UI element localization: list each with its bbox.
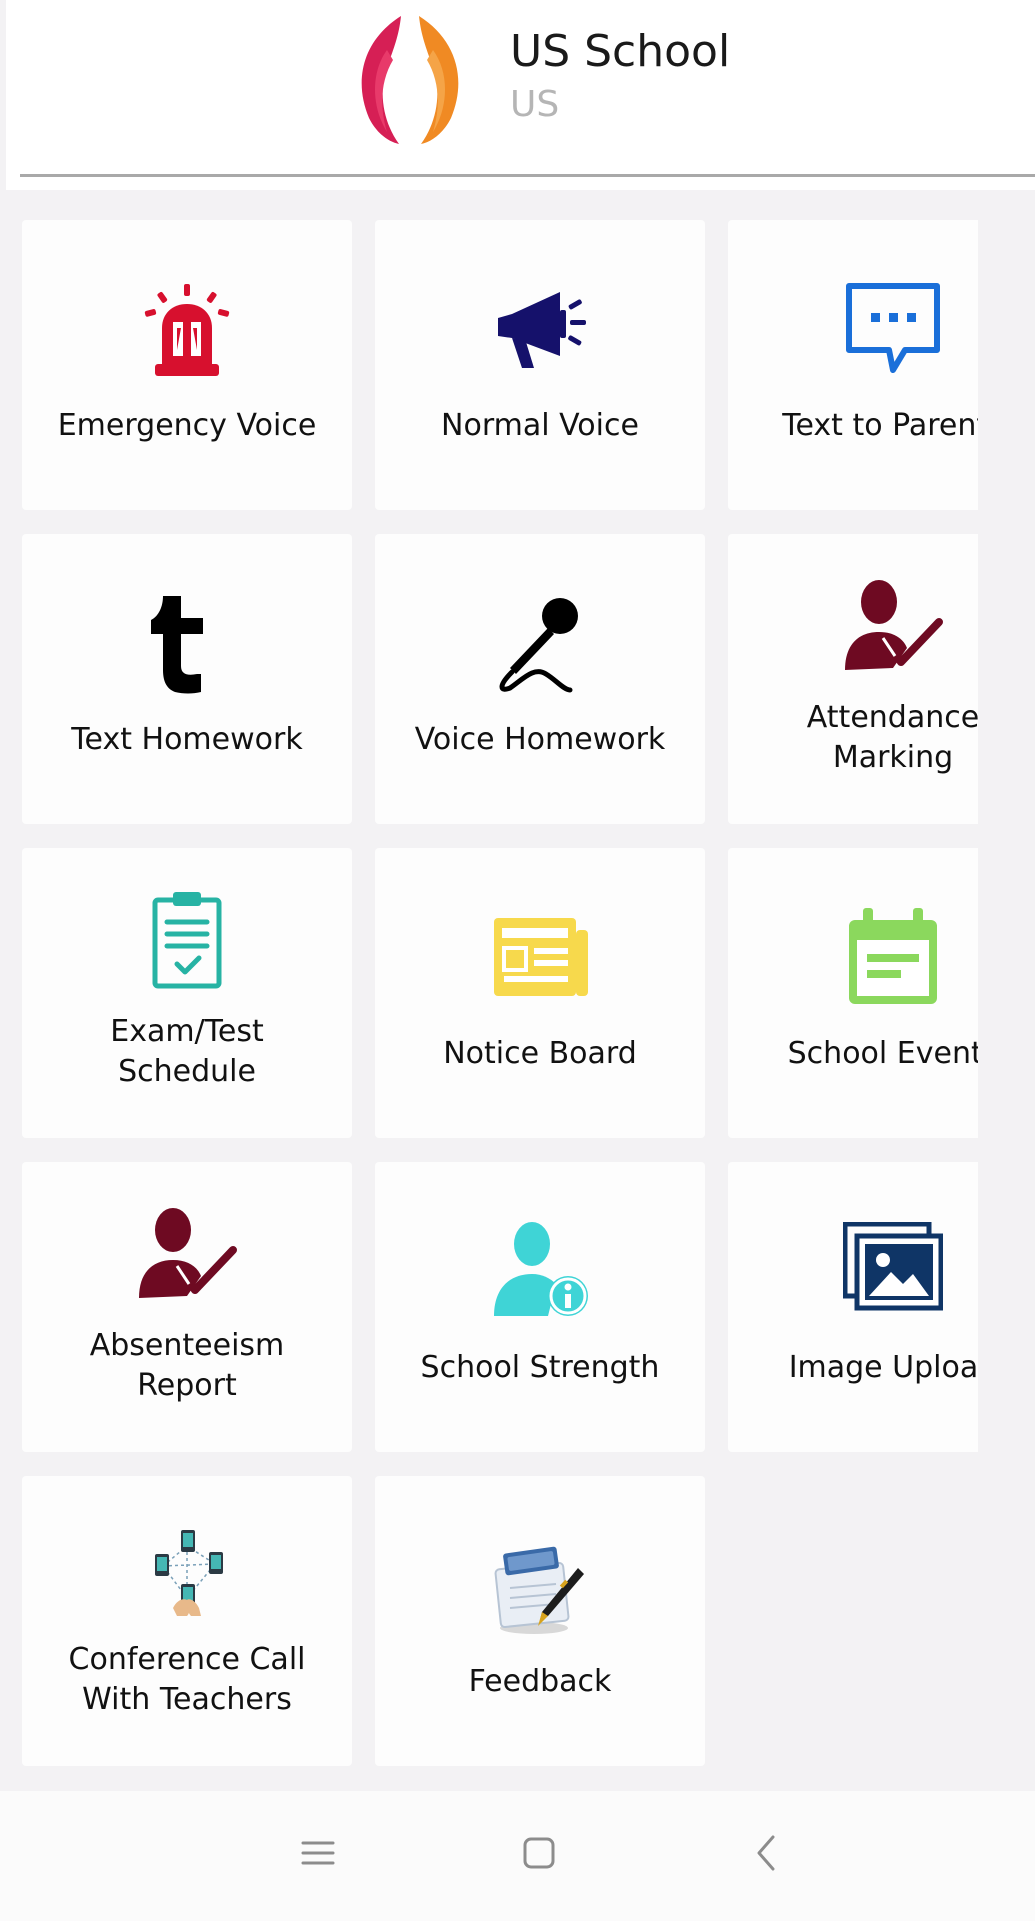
- school-name: US School: [510, 26, 731, 77]
- tile-label-line2: With Teachers: [82, 1682, 292, 1717]
- tile-label: Text Homework: [71, 722, 303, 757]
- tile-image-upload[interactable]: Image Upload: [728, 1162, 978, 1452]
- tile-conference-call[interactable]: Conference Call With Teachers: [22, 1476, 352, 1766]
- tile-voice-homework[interactable]: Voice Homework: [375, 534, 705, 824]
- tile-label: School Events: [787, 1036, 978, 1071]
- tile-label: School Strength: [420, 1350, 660, 1385]
- tile-label-line1: Exam/Test: [110, 1014, 264, 1049]
- chat-bubble-icon: [846, 283, 940, 373]
- back-chevron-icon[interactable]: [737, 1823, 797, 1883]
- tile-label-line1: Attendance: [806, 700, 978, 735]
- siren-icon: [144, 284, 230, 376]
- menu-icon[interactable]: [288, 1823, 348, 1883]
- tile-school-strength[interactable]: School Strength: [375, 1162, 705, 1452]
- tile-label-line2: Report: [137, 1368, 237, 1403]
- header-divider: [20, 174, 1035, 177]
- tile-absenteeism-report[interactable]: Absenteeism Report: [22, 1162, 352, 1452]
- school-logo-icon: [361, 16, 459, 144]
- tile-school-events[interactable]: School Events: [728, 848, 978, 1138]
- system-navigation-bar: [0, 1791, 1035, 1921]
- feedback-pen-icon: [494, 1546, 584, 1634]
- tile-label: Image Upload: [788, 1350, 978, 1385]
- tile-label: Text to Parents: [782, 408, 978, 443]
- clipboard-check-icon: [152, 892, 222, 989]
- tile-text-to-parents[interactable]: Text to Parents: [728, 220, 978, 510]
- app-header: US School US: [6, 0, 1035, 190]
- phones-network-icon: [155, 1530, 223, 1616]
- user-check-icon: [845, 580, 943, 670]
- user-info-icon: [494, 1222, 588, 1316]
- tile-label: Emergency Voice: [57, 408, 317, 443]
- tile-attendance-marking[interactable]: Attendance Marking: [728, 534, 978, 824]
- calendar-icon: [849, 908, 937, 1004]
- tile-label-line1: Conference Call: [68, 1642, 306, 1677]
- tile-label: Voice Homework: [414, 722, 666, 757]
- tile-exam-schedule[interactable]: Exam/Test Schedule: [22, 848, 352, 1138]
- tile-label: Notice Board: [443, 1036, 637, 1071]
- microphone-icon: [499, 598, 578, 693]
- tile-label-line2: Marking: [832, 740, 954, 775]
- tile-emergency-voice[interactable]: Emergency Voice: [22, 220, 352, 510]
- tile-feedback[interactable]: Feedback: [375, 1476, 705, 1766]
- tile-normal-voice[interactable]: Normal Voice: [375, 220, 705, 510]
- newspaper-icon: [494, 918, 588, 996]
- user-check-icon: [139, 1208, 237, 1298]
- tile-label: Normal Voice: [441, 408, 639, 443]
- image-gallery-icon: [843, 1222, 943, 1311]
- megaphone-icon: [498, 292, 586, 368]
- home-square-icon[interactable]: [509, 1823, 569, 1883]
- school-code: US: [510, 84, 560, 125]
- tile-label-line1: Absenteeism: [89, 1328, 285, 1363]
- letter-t-icon: [151, 596, 203, 694]
- tile-label-line2: Schedule: [118, 1054, 256, 1089]
- tile-label: Feedback: [468, 1664, 612, 1699]
- tile-notice-board[interactable]: Notice Board: [375, 848, 705, 1138]
- tile-text-homework[interactable]: Text Homework: [22, 534, 352, 824]
